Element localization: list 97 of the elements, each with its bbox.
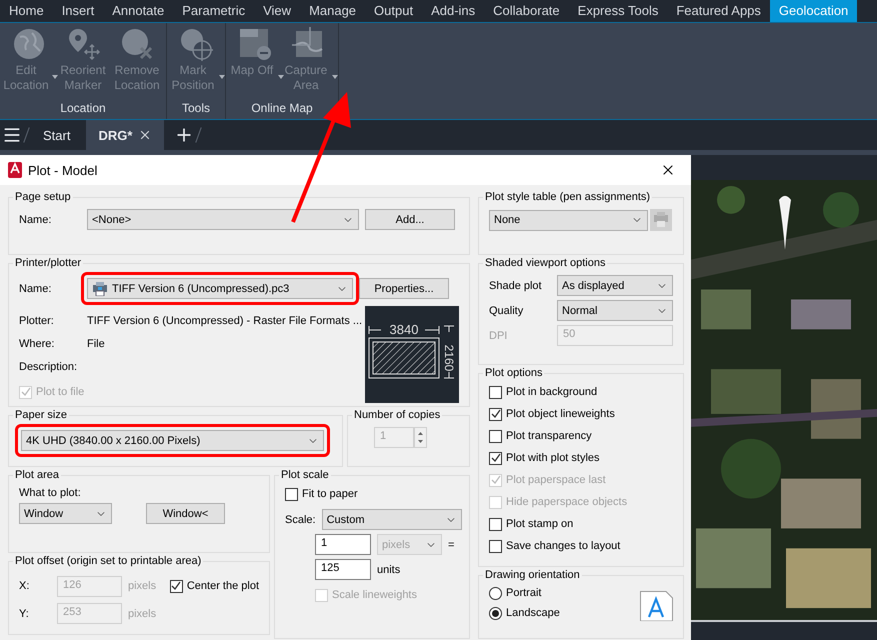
- ribbon-tab[interactable]: Featured Apps: [667, 0, 770, 22]
- dropdown[interactable]: 4K UHD (3840.00 x 2160.00 Pixels): [21, 430, 324, 451]
- panel-title: Online Map: [250, 100, 314, 117]
- field-label: Name:: [19, 214, 52, 226]
- checkbox-label: Save changes to layout: [506, 540, 620, 552]
- radio-button[interactable]: [489, 606, 502, 620]
- scale-field[interactable]: 1: [315, 534, 371, 555]
- checkbox-label: Scale lineweights: [332, 589, 417, 601]
- group-title: Shaded viewport options: [484, 257, 606, 269]
- ribbon-tab[interactable]: Add-ins: [422, 0, 484, 22]
- caret-icon: [278, 75, 284, 79]
- field-label: Where:: [19, 338, 56, 350]
- radio-button[interactable]: [489, 586, 502, 600]
- unit-label: pixels: [128, 608, 158, 620]
- group-title: Plot options: [484, 367, 544, 379]
- dropdown[interactable]: <None>: [87, 209, 359, 230]
- checkbox-label: Plot with plot styles: [506, 452, 600, 464]
- checkbox-label: Plot to file: [36, 386, 84, 398]
- ribbon-tab[interactable]: Collaborate: [484, 0, 569, 22]
- document-tab[interactable]: DRG*: [86, 120, 164, 150]
- caret-icon: [219, 75, 225, 79]
- checkbox-label: Plot stamp on: [506, 518, 574, 530]
- field-label: Scale:: [285, 514, 316, 526]
- checkbox[interactable]: [489, 452, 502, 464]
- field-label: Y:: [19, 608, 30, 620]
- checkbox-label: Hide paperspace objects: [506, 496, 628, 508]
- globe-remove-icon: [120, 27, 154, 61]
- field-label: Quality: [489, 304, 524, 316]
- checkbox-label: Plot object lineweights: [506, 408, 615, 420]
- group-title: Plot style table (pen assignments): [484, 191, 652, 203]
- unit-label: units: [377, 564, 400, 576]
- properties-button[interactable]: Properties...: [359, 278, 449, 299]
- ribbon-tab[interactable]: Annotate: [103, 0, 174, 22]
- checkbox-label: Center the plot: [186, 580, 259, 592]
- dropdown[interactable]: As displayed: [557, 275, 673, 296]
- equals-sign: =: [448, 538, 454, 550]
- field-value: File: [87, 338, 105, 350]
- checkbox[interactable]: [170, 580, 183, 592]
- dropdown[interactable]: None: [489, 210, 648, 230]
- unit-label: pixels: [128, 580, 158, 592]
- dropdown[interactable]: Window: [19, 503, 112, 524]
- checkbox-label: Fit to paper: [302, 488, 358, 500]
- globe-icon: [12, 27, 46, 61]
- group-title: Plot offset (origin set to printable area): [14, 555, 202, 567]
- window-button[interactable]: Window<: [146, 503, 225, 524]
- ribbon-tab[interactable]: Home: [0, 0, 53, 22]
- globe-crosshair-icon: [179, 27, 213, 61]
- radio-label: Landscape: [506, 607, 560, 619]
- caret-icon: [332, 75, 338, 79]
- ribbon-tab[interactable]: Express Tools: [568, 0, 668, 22]
- checkbox[interactable]: [489, 518, 502, 530]
- group-title: Number of copies: [353, 409, 442, 421]
- checkbox-label: Plot paperspace last: [506, 474, 606, 486]
- radio-label: Portrait: [506, 587, 542, 599]
- field-label: Description:: [19, 360, 78, 372]
- add-button[interactable]: Add...: [365, 209, 455, 230]
- field-label: X:: [19, 580, 30, 592]
- group-title: Plot scale: [280, 469, 330, 481]
- ribbon-tab[interactable]: Parametric: [173, 0, 254, 22]
- app-logo-icon: [8, 162, 22, 178]
- panel-title: Location: [59, 100, 107, 117]
- checkbox-label: Plot in background: [506, 386, 598, 398]
- group-title: Page setup: [14, 191, 72, 203]
- dropdown[interactable]: TIFF Version 6 (Uncompressed).pc3: [87, 278, 353, 299]
- plotter-icon: [92, 282, 108, 296]
- checkbox[interactable]: [489, 386, 502, 398]
- paper-preview-drawing: 3840 2160: [365, 306, 459, 403]
- checkbox[interactable]: [489, 540, 502, 552]
- dialog-title: Plot - Model: [28, 162, 98, 178]
- caret-icon: [52, 75, 58, 79]
- spinner-icon[interactable]: [414, 427, 427, 448]
- panel-title: Tools: [180, 100, 211, 117]
- ribbon-tab[interactable]: View: [254, 0, 300, 22]
- page-orientation-icon: [640, 591, 673, 621]
- group-title: Paper size: [14, 409, 68, 421]
- field-label: DPI: [489, 330, 508, 342]
- ribbon-tab[interactable]: Insert: [52, 0, 104, 22]
- ribbon-tab[interactable]: Manage: [300, 0, 366, 22]
- field-value: TIFF Version 6 (Uncompressed) - Raster File Formats ...: [87, 314, 362, 326]
- scale-field[interactable]: 125: [315, 559, 371, 580]
- field-label: What to plot:: [19, 487, 81, 499]
- checkbox[interactable]: [489, 408, 502, 420]
- group-title: Printer/plotter: [14, 257, 82, 269]
- pin-move-icon: [66, 27, 100, 61]
- group-title: Drawing orientation: [484, 569, 581, 581]
- group-title: Plot area: [14, 469, 60, 481]
- checkbox-label: Plot transparency: [506, 430, 592, 442]
- ribbon-tab[interactable]: Output: [365, 0, 422, 22]
- field-label: Name:: [19, 282, 52, 294]
- field-label: Plotter:: [19, 314, 55, 326]
- checkbox[interactable]: [489, 430, 502, 442]
- map-off-icon: [238, 27, 272, 61]
- checkbox[interactable]: [285, 488, 298, 500]
- dropdown[interactable]: Normal: [557, 300, 673, 321]
- field-label: Shade plot: [489, 280, 543, 292]
- dropdown[interactable]: Custom: [322, 509, 462, 530]
- document-tab[interactable]: Start: [31, 120, 82, 150]
